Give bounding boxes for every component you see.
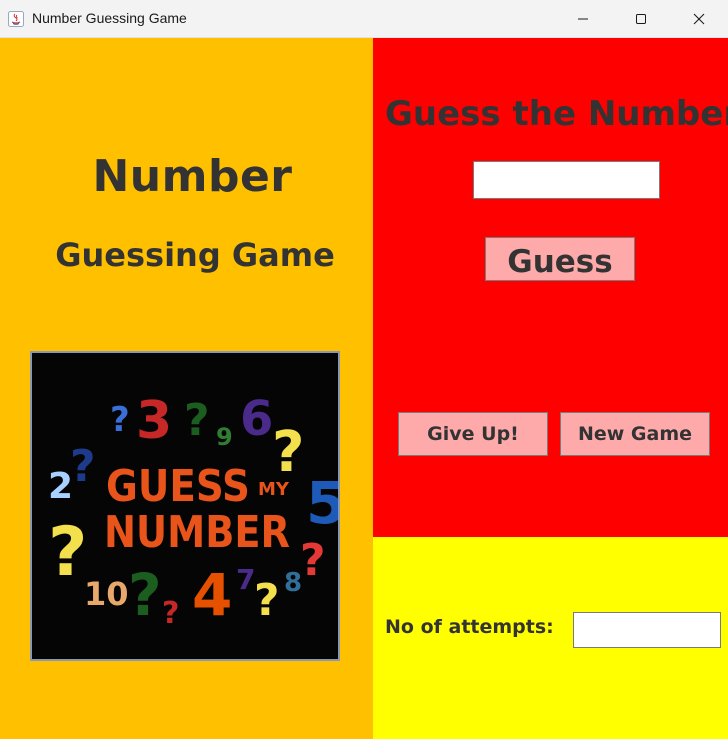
guess-input[interactable]: [473, 161, 660, 199]
close-icon: [693, 13, 705, 24]
minimize-icon: [578, 18, 588, 19]
app-title-line1: Number: [92, 151, 293, 202]
logo-glyph: 6: [240, 391, 273, 447]
new-game-button[interactable]: New Game: [560, 412, 710, 456]
logo-glyph: ?: [254, 575, 280, 626]
maximize-button[interactable]: [618, 0, 664, 37]
logo-glyph: ?: [184, 395, 210, 446]
logo-glyph: 5: [306, 469, 338, 537]
logo-word-number: NUMBER: [104, 507, 290, 558]
logo-glyph: 10: [84, 575, 129, 613]
attempts-field[interactable]: [573, 612, 721, 648]
logo-glyph: ?: [162, 596, 179, 631]
guess-my-number-logo: ? 3 ? 9 6 ? ? 2 5 ? ? 10 ? ? 4 7 ?: [30, 351, 340, 661]
logo-glyph: 3: [136, 391, 172, 451]
logo-glyph: ?: [272, 420, 304, 485]
guess-heading: Guess the Number: [385, 94, 728, 134]
logo-glyph: 4: [192, 561, 232, 629]
logo-glyph: 2: [48, 466, 73, 507]
attempts-label: No of attempts:: [385, 616, 554, 638]
logo-word-my: MY: [258, 479, 290, 500]
guess-panel: Guess the Number Guess Give Up! New Game: [373, 38, 728, 537]
logo-artwork: ? 3 ? 9 6 ? ? 2 5 ? ? 10 ? ? 4 7 ?: [32, 353, 338, 659]
logo-glyph: 8: [284, 568, 302, 598]
java-app-icon: [8, 11, 24, 27]
guess-button[interactable]: Guess: [485, 237, 635, 281]
logo-glyph: ?: [70, 441, 96, 492]
logo-glyph: 7: [236, 563, 255, 596]
maximize-icon: [636, 13, 646, 24]
logo-glyph: ?: [48, 513, 87, 592]
title-bar: Number Guessing Game: [0, 0, 728, 38]
minimize-button[interactable]: [560, 0, 606, 37]
logo-glyph: ?: [300, 535, 326, 586]
logo-glyph: ?: [110, 400, 130, 440]
give-up-button[interactable]: Give Up!: [398, 412, 548, 456]
close-button[interactable]: [676, 0, 722, 37]
logo-glyph: ?: [128, 561, 162, 629]
app-window: Number Guessing Game Number Guessing Gam…: [0, 0, 728, 739]
attempts-panel: No of attempts:: [373, 537, 728, 739]
logo-glyph: 9: [216, 423, 233, 451]
logo-word-guess: GUESS: [106, 461, 250, 512]
app-title-line2: Guessing Game: [55, 236, 335, 274]
left-panel: Number Guessing Game ? 3 ? 9 6 ? ? 2 5 ?…: [0, 38, 373, 739]
window-title: Number Guessing Game: [32, 10, 187, 26]
